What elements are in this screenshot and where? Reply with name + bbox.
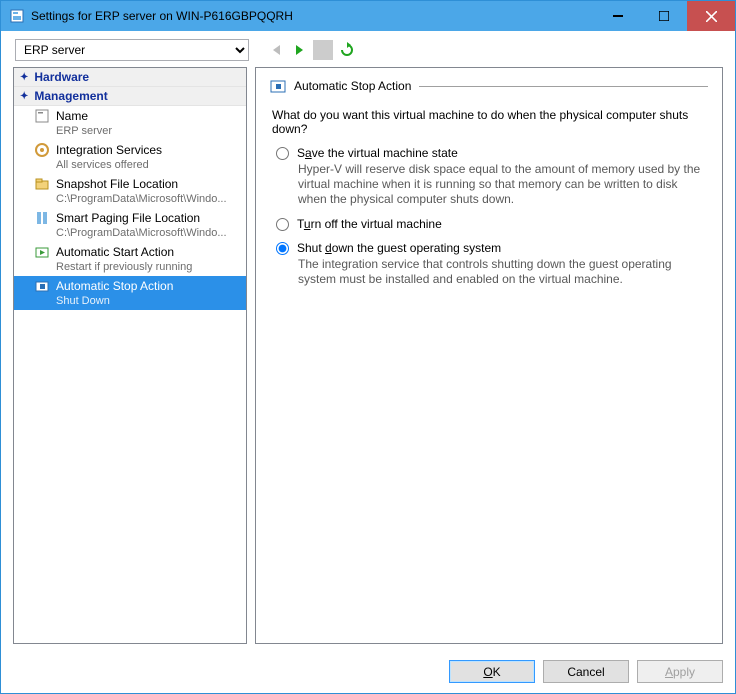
prompt-text: What do you want this virtual machine to… (272, 108, 708, 136)
toolbar: ERP server (1, 31, 735, 67)
sidebar-item-auto-stop[interactable]: Automatic Stop Action Shut Down (14, 276, 246, 310)
sidebar-item-integration-services[interactable]: Integration Services All services offere… (14, 140, 246, 174)
option-label: Turn off the virtual machine (297, 217, 442, 231)
section-divider (419, 86, 708, 87)
nav-next-button[interactable] (289, 40, 309, 60)
sidebar-item-label: Automatic Stop Action (56, 279, 173, 293)
sidebar-item-sub: C:\ProgramData\Microsoft\Windo... (34, 192, 242, 206)
folder-icon (34, 176, 50, 192)
sidebar-item-label: Automatic Start Action (56, 245, 174, 259)
settings-window: Settings for ERP server on WIN-P616GBPQQ… (0, 0, 736, 694)
option-label: Save the virtual machine state (297, 146, 458, 160)
settings-content: Automatic Stop Action What do you want t… (255, 67, 723, 644)
dialog-footer: OK Cancel Apply (1, 652, 735, 693)
settings-sidebar: ✦ Hardware ✦ Management Name ERP server (13, 67, 247, 644)
sidebar-item-snapshot-location[interactable]: Snapshot File Location C:\ProgramData\Mi… (14, 174, 246, 208)
title-bar: Settings for ERP server on WIN-P616GBPQQ… (1, 1, 735, 31)
chevron-icon: ✦ (20, 72, 28, 83)
name-icon (34, 108, 50, 124)
sidebar-group-label: Hardware (34, 70, 89, 84)
window-buttons (595, 1, 735, 31)
sidebar-item-label: Integration Services (56, 143, 162, 157)
section-header: Automatic Stop Action (270, 78, 708, 94)
sidebar-item-sub: All services offered (34, 158, 242, 172)
sidebar-item-auto-start[interactable]: Automatic Start Action Restart if previo… (14, 242, 246, 276)
sidebar-item-sub: ERP server (34, 124, 242, 138)
option-shut-down[interactable]: Shut down the guest operating system (276, 241, 708, 255)
option-description: Hyper-V will reserve disk space equal to… (298, 162, 708, 207)
sidebar-item-label: Smart Paging File Location (56, 211, 200, 225)
refresh-button[interactable] (337, 40, 357, 60)
option-label: Shut down the guest operating system (297, 241, 501, 255)
option-save-state[interactable]: Save the virtual machine state (276, 146, 708, 160)
cancel-button[interactable]: Cancel (543, 660, 629, 683)
sidebar-group-management[interactable]: ✦ Management (14, 87, 246, 106)
sidebar-item-sub: C:\ProgramData\Microsoft\Windo... (34, 226, 242, 240)
ok-button[interactable]: OK (449, 660, 535, 683)
sidebar-group-label: Management (34, 89, 107, 103)
paging-icon (34, 210, 50, 226)
window-title: Settings for ERP server on WIN-P616GBPQQ… (31, 9, 595, 23)
sidebar-item-sub: Shut Down (34, 294, 242, 308)
radio-save-state[interactable] (276, 147, 289, 160)
minimize-button[interactable] (595, 1, 641, 31)
services-icon (34, 142, 50, 158)
sidebar-item-smart-paging[interactable]: Smart Paging File Location C:\ProgramDat… (14, 208, 246, 242)
sidebar-item-name[interactable]: Name ERP server (14, 106, 246, 140)
sidebar-item-label: Snapshot File Location (56, 177, 178, 191)
section-title: Automatic Stop Action (294, 79, 411, 93)
sidebar-group-hardware[interactable]: ✦ Hardware (14, 68, 246, 87)
chevron-icon: ✦ (20, 91, 28, 102)
dialog-body: ✦ Hardware ✦ Management Name ERP server (1, 67, 735, 652)
sidebar-item-label: Name (56, 109, 88, 123)
sidebar-items: Name ERP server Integration Services All… (14, 106, 246, 310)
vm-selector[interactable]: ERP server (15, 39, 249, 61)
stop-action-icon (34, 278, 50, 294)
stop-action-icon (270, 78, 286, 94)
radio-turn-off[interactable] (276, 218, 289, 231)
sidebar-item-sub: Restart if previously running (34, 260, 242, 274)
app-icon (9, 8, 25, 24)
nav-prev-button[interactable] (267, 40, 287, 60)
start-action-icon (34, 244, 50, 260)
radio-shut-down[interactable] (276, 242, 289, 255)
maximize-button[interactable] (641, 1, 687, 31)
apply-button: Apply (637, 660, 723, 683)
toolbar-divider (313, 40, 333, 60)
toolbar-nav (267, 40, 357, 60)
close-button[interactable] (687, 1, 735, 31)
option-description: The integration service that controls sh… (298, 257, 708, 287)
option-turn-off[interactable]: Turn off the virtual machine (276, 217, 708, 231)
